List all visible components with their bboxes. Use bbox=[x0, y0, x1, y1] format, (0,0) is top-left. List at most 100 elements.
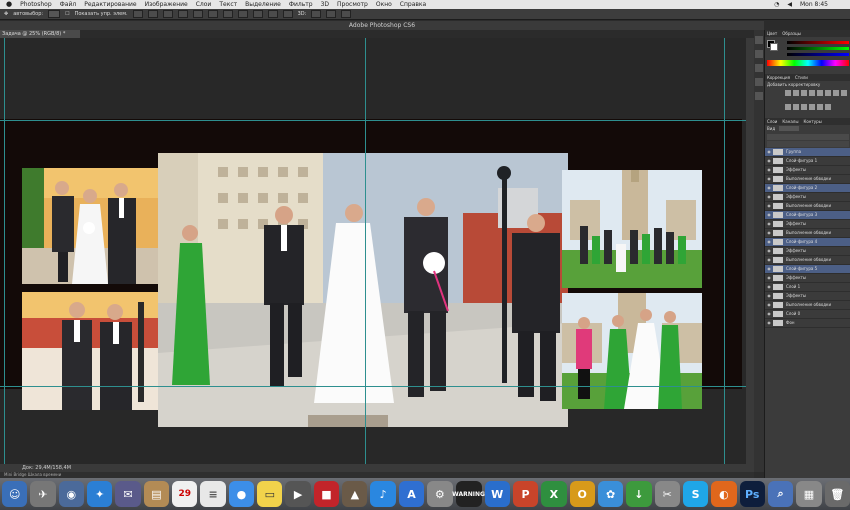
outlook-icon[interactable]: O bbox=[569, 481, 595, 507]
tab-paths[interactable]: Контуры bbox=[803, 118, 821, 125]
safari-icon[interactable]: ✦ bbox=[87, 481, 113, 507]
distribute-right-button[interactable] bbox=[282, 10, 293, 18]
color-swatches[interactable] bbox=[767, 40, 778, 51]
menu-3d[interactable]: 3D bbox=[321, 0, 329, 9]
launchpad-icon[interactable]: ✈ bbox=[30, 481, 56, 507]
photo-left-top[interactable] bbox=[22, 168, 162, 284]
visibility-eye-icon[interactable]: ◉ bbox=[765, 319, 773, 327]
document-tab[interactable]: Задача @ 25% (RGB/8) * bbox=[0, 30, 80, 38]
layer-row[interactable]: ◉ Слой-фигура 5 bbox=[765, 265, 850, 274]
visibility-eye-icon[interactable]: ◉ bbox=[765, 274, 773, 282]
photoshop-icon[interactable]: Ps bbox=[739, 481, 765, 507]
layer-row[interactable]: ◉ Эффекты bbox=[765, 166, 850, 175]
distribute-left-button[interactable] bbox=[267, 10, 278, 18]
messages-icon[interactable]: ● bbox=[228, 481, 255, 507]
menu-help[interactable]: Справка bbox=[400, 0, 426, 9]
red-slider[interactable] bbox=[787, 41, 849, 44]
background-color-swatch[interactable] bbox=[770, 43, 778, 51]
visibility-eye-icon[interactable]: ◉ bbox=[765, 256, 773, 264]
visibility-eye-icon[interactable]: ◉ bbox=[765, 301, 773, 309]
levels-icon[interactable] bbox=[793, 90, 799, 96]
firefox-icon[interactable]: ◐ bbox=[711, 481, 737, 507]
visibility-eye-icon[interactable]: ◉ bbox=[765, 211, 773, 219]
stickies-icon[interactable]: ▭ bbox=[257, 481, 283, 507]
mail-icon[interactable]: ✉ bbox=[115, 481, 141, 507]
trash-icon[interactable]: 🗑 bbox=[824, 481, 850, 507]
tab-layers[interactable]: Слои bbox=[767, 118, 777, 125]
tab-adjustments[interactable]: Коррекция bbox=[767, 74, 790, 81]
threshold-icon[interactable] bbox=[817, 104, 823, 110]
facetime-icon[interactable]: ▶ bbox=[285, 481, 311, 507]
3d-roll-button[interactable] bbox=[326, 10, 337, 18]
paragraph-panel-icon[interactable] bbox=[755, 78, 763, 86]
console-icon[interactable]: WARNING bbox=[452, 481, 485, 507]
vibrance-icon[interactable] bbox=[817, 90, 823, 96]
iphoto-icon[interactable]: ▲ bbox=[342, 481, 368, 507]
preview-icon[interactable]: ▦ bbox=[796, 481, 822, 507]
visibility-eye-icon[interactable]: ◉ bbox=[765, 184, 773, 192]
align-middle-button[interactable] bbox=[147, 10, 158, 18]
invert-icon[interactable] bbox=[801, 104, 807, 110]
menu-select[interactable]: Выделение bbox=[245, 0, 281, 9]
info-panel-icon[interactable] bbox=[755, 92, 763, 100]
visibility-eye-icon[interactable]: ◉ bbox=[765, 166, 773, 174]
photo-left-bottom[interactable] bbox=[22, 292, 162, 410]
finder-icon[interactable]: ☺ bbox=[2, 481, 28, 507]
guide-vertical-2[interactable] bbox=[365, 38, 366, 464]
distribute-middle-button[interactable] bbox=[237, 10, 248, 18]
layer-row[interactable]: ◉ Выполнение обводки bbox=[765, 229, 850, 238]
photo-right-bottom[interactable] bbox=[562, 293, 702, 409]
layer-row[interactable]: ◉ Выполнение обводки bbox=[765, 175, 850, 184]
layer-row[interactable]: ◉ Слой 1 bbox=[765, 283, 850, 292]
skype-icon[interactable]: S bbox=[682, 481, 709, 507]
layer-row[interactable]: ◉ Слой-фигура 3 bbox=[765, 211, 850, 220]
messenger-icon[interactable]: ✿ bbox=[597, 481, 624, 507]
visibility-eye-icon[interactable]: ◉ bbox=[765, 157, 773, 165]
align-bottom-button[interactable] bbox=[162, 10, 173, 18]
layer-row[interactable]: ◉ Группа bbox=[765, 148, 850, 157]
hue-saturation-icon[interactable] bbox=[825, 90, 831, 96]
visibility-eye-icon[interactable]: ◉ bbox=[765, 247, 773, 255]
green-slider[interactable] bbox=[787, 47, 849, 50]
search-icon[interactable]: ⌕ bbox=[767, 481, 794, 507]
guide-horizontal-2[interactable] bbox=[0, 386, 746, 387]
menu-image[interactable]: Изображение bbox=[145, 0, 188, 9]
notes-icon[interactable]: ≡ bbox=[200, 481, 226, 507]
tab-styles[interactable]: Стили bbox=[795, 74, 808, 81]
layer-row[interactable]: ◉ Эффекты bbox=[765, 247, 850, 256]
guide-vertical-3[interactable] bbox=[724, 38, 725, 464]
visibility-eye-icon[interactable]: ◉ bbox=[765, 229, 773, 237]
visibility-eye-icon[interactable]: ◉ bbox=[765, 238, 773, 246]
system-preferences-icon[interactable]: ⚙ bbox=[427, 481, 453, 507]
color-balance-icon[interactable] bbox=[833, 90, 839, 96]
wifi-icon[interactable]: ◔ bbox=[774, 0, 779, 9]
menubar-clock[interactable]: Mon 8:45 bbox=[800, 0, 828, 9]
align-center-button[interactable] bbox=[192, 10, 203, 18]
visibility-eye-icon[interactable]: ◉ bbox=[765, 193, 773, 201]
canvas-vertical-scrollbar[interactable] bbox=[746, 38, 754, 464]
black-white-icon[interactable] bbox=[841, 90, 847, 96]
layer-kind-dropdown[interactable] bbox=[779, 126, 800, 131]
distribute-top-button[interactable] bbox=[222, 10, 233, 18]
character-panel-icon[interactable] bbox=[755, 64, 763, 72]
layer-row[interactable]: ◉ Слой-фигура 2 bbox=[765, 184, 850, 193]
visibility-eye-icon[interactable]: ◉ bbox=[765, 202, 773, 210]
downloads-icon[interactable]: ↓ bbox=[626, 481, 652, 507]
posterize-icon[interactable] bbox=[809, 104, 815, 110]
layer-row[interactable]: ◉ Слой-фигура 4 bbox=[765, 238, 850, 247]
align-top-button[interactable] bbox=[132, 10, 143, 18]
exposure-icon[interactable] bbox=[809, 90, 815, 96]
visibility-eye-icon[interactable]: ◉ bbox=[765, 310, 773, 318]
gradient-map-icon[interactable] bbox=[825, 104, 831, 110]
document-status-bar[interactable]: Док: 29,4М/158,4М bbox=[0, 464, 754, 472]
layer-row[interactable]: ◉ Слой 0 bbox=[765, 310, 850, 319]
photo-right-top[interactable] bbox=[562, 170, 702, 288]
layer-row[interactable]: ◉ Выполнение обводки bbox=[765, 256, 850, 265]
document-canvas-area[interactable] bbox=[0, 38, 746, 464]
3d-drag-button[interactable] bbox=[341, 10, 352, 18]
layer-row[interactable]: ◉ Эффекты bbox=[765, 292, 850, 301]
layer-row[interactable]: ◉ Выполнение обводки bbox=[765, 202, 850, 211]
visibility-eye-icon[interactable]: ◉ bbox=[765, 283, 773, 291]
powerpoint-icon[interactable]: P bbox=[512, 481, 539, 507]
align-left-button[interactable] bbox=[177, 10, 188, 18]
